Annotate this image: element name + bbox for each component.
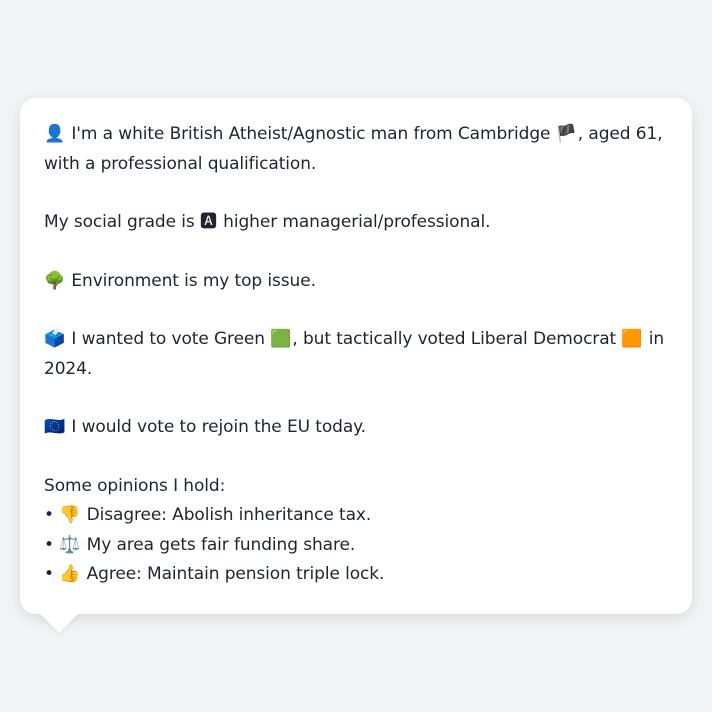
social-grade-value: higher managerial/professional. [223, 212, 491, 232]
balance-scale-icon: ⚖️ [59, 534, 81, 555]
vote-text-continued: , but tactically voted Liberal Democrat [292, 329, 617, 349]
intro-text: I'm a white British Atheist/Agnostic man… [71, 124, 551, 144]
eu-paragraph: 🇪🇺 I would vote to rejoin the EU today. [44, 413, 668, 443]
bullet: • [44, 505, 54, 525]
bubble-tail [39, 613, 79, 633]
opinions-section: Some opinions I hold: • 👎 Disagree: Abol… [44, 472, 668, 590]
opinions-heading: Some opinions I hold: [44, 475, 226, 496]
opinion-text: My area gets fair funding share. [86, 534, 356, 555]
social-grade-paragraph: My social grade is 🅰 higher managerial/p… [44, 208, 668, 238]
ballot-box-icon: 🗳️ [44, 329, 66, 349]
thumbs-up-icon: 👍 [59, 564, 81, 584]
top-issue-paragraph: 🌳 Environment is my top issue. [44, 267, 668, 297]
social-grade-label: My social grade is [44, 212, 195, 232]
eu-text: I would vote to rejoin the EU today. [71, 417, 366, 437]
opinion-item: • 👍 Agree: Maintain pension triple lock. [44, 560, 668, 590]
thumbs-down-icon: 👎 [59, 505, 81, 525]
tree-icon: 🌳 [44, 270, 66, 291]
profile-card: 👤 I'm a white British Atheist/Agnostic m… [20, 98, 692, 614]
green-square-icon: 🟩 [270, 329, 292, 349]
bullet: • [44, 564, 54, 584]
opinion-item: • 👎 Disagree: Abolish inheritance tax. [44, 501, 668, 531]
opinion-item: • ⚖️ My area gets fair funding share. [44, 531, 668, 561]
vote-paragraph: 🗳️ I wanted to vote Green 🟩, but tactica… [44, 325, 668, 384]
person-icon: 👤 [44, 124, 66, 144]
top-issue-text: Environment is my top issue. [71, 270, 316, 291]
opinion-text: Disagree: Abolish inheritance tax. [86, 505, 372, 525]
intro-paragraph: 👤 I'm a white British Atheist/Agnostic m… [44, 120, 668, 179]
grade-a-icon: 🅰 [199, 212, 217, 232]
bullet: • [44, 534, 54, 555]
vote-text: I wanted to vote Green [71, 329, 265, 349]
opinion-text: Agree: Maintain pension triple lock. [86, 564, 385, 584]
england-flag-icon: 🏴 [555, 124, 577, 144]
orange-square-icon: 🟧 [621, 329, 643, 349]
eu-flag-icon: 🇪🇺 [44, 417, 66, 437]
